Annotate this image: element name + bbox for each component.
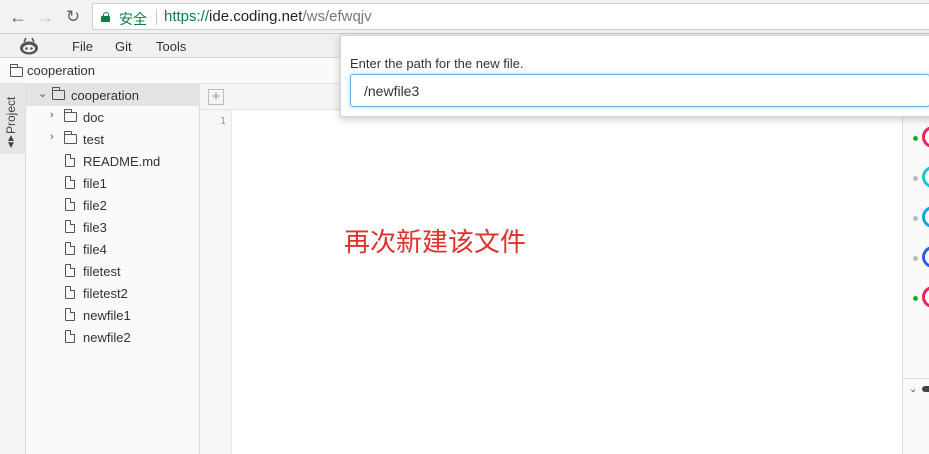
tree-root-folder[interactable]: ⌄ cooperation <box>26 84 200 106</box>
tree-file-label: filetest2 <box>83 286 128 301</box>
presence-dot <box>913 256 918 261</box>
tree-file-filetest[interactable]: filetest <box>26 260 200 282</box>
avatar[interactable] <box>922 206 929 228</box>
chevron-right-icon[interactable]: › <box>50 109 54 121</box>
url-text[interactable]: https://ide.coding.net/ws/efwqjv <box>164 8 372 25</box>
dialog-prompt: Enter the path for the new file. <box>350 56 524 71</box>
avatar[interactable] <box>922 246 929 268</box>
new-file-path-input[interactable] <box>350 74 929 107</box>
code-editor[interactable]: 再次新建该文件 <box>233 110 902 454</box>
tree-file-label: newfile2 <box>83 330 131 345</box>
chevron-down-icon[interactable]: ⌄ <box>909 384 917 395</box>
side-panel-strip: Project ▲ ▼ <box>0 84 26 454</box>
file-icon <box>65 286 75 299</box>
project-tab[interactable]: Project <box>4 90 18 134</box>
file-icon <box>65 198 75 211</box>
tree-file-readme[interactable]: README.md <box>26 150 200 172</box>
tree-file-label: file1 <box>83 176 107 191</box>
reload-icon[interactable]: ↻ <box>62 6 84 28</box>
file-icon <box>65 176 75 189</box>
url-path: /ws/efwqjv <box>302 8 372 25</box>
file-icon <box>65 242 75 255</box>
file-icon <box>65 264 75 277</box>
chevron-right-icon[interactable]: › <box>50 131 54 143</box>
folder-icon <box>9 64 23 77</box>
file-tree: ⌄ cooperation › doc › test README.md fil… <box>26 84 200 454</box>
file-icon <box>65 308 75 321</box>
tree-file-file3[interactable]: file3 <box>26 216 200 238</box>
tree-folder-label: test <box>83 132 104 147</box>
address-divider <box>156 9 157 25</box>
avatar[interactable] <box>922 126 929 148</box>
forward-arrow-icon[interactable]: → <box>34 6 56 28</box>
tree-file-label: README.md <box>83 154 161 169</box>
tree-file-newfile1[interactable]: newfile1 <box>26 304 200 326</box>
new-file-dialog: Enter the path for the new file. <box>340 35 929 117</box>
presence-dot <box>913 136 918 141</box>
tree-file-file4[interactable]: file4 <box>26 238 200 260</box>
tree-file-label: file3 <box>83 220 107 235</box>
address-bar[interactable]: 安全 https://ide.coding.net/ws/efwqjv <box>92 3 929 30</box>
back-arrow-icon[interactable]: ← <box>7 6 29 28</box>
chat-icon[interactable] <box>922 386 929 392</box>
presence-dot <box>913 216 918 221</box>
annotation-text: 再次新建该文件 <box>344 228 527 258</box>
avatar[interactable] <box>922 166 929 188</box>
folder-icon <box>63 109 77 122</box>
folder-icon <box>63 131 77 144</box>
folder-icon <box>51 87 65 100</box>
file-icon <box>65 220 75 233</box>
coding-logo-icon <box>20 37 38 55</box>
breadcrumb-label[interactable]: cooperation <box>27 63 95 78</box>
tree-file-label: file2 <box>83 198 107 213</box>
collaborators-panel: ⌄ <box>902 84 929 454</box>
tree-folder-doc[interactable]: › doc <box>26 106 200 128</box>
url-scheme: https:// <box>164 8 210 25</box>
tree-file-label: filetest <box>83 264 121 279</box>
line-number: 1 <box>219 116 226 127</box>
tree-file-newfile2[interactable]: newfile2 <box>26 326 200 348</box>
line-gutter: 1 <box>200 110 232 454</box>
tree-folder-test[interactable]: › test <box>26 128 200 150</box>
tree-file-filetest2[interactable]: filetest2 <box>26 282 200 304</box>
tree-root-label: cooperation <box>71 88 139 103</box>
url-host: ide.coding.net <box>209 8 303 25</box>
presence-dot <box>913 176 918 181</box>
expand-collapse-icon[interactable]: ▲ ▼ <box>6 134 16 151</box>
tree-file-file1[interactable]: file1 <box>26 172 200 194</box>
menu-git[interactable]: Git <box>115 39 132 54</box>
panel-divider <box>903 378 929 379</box>
tree-file-file2[interactable]: file2 <box>26 194 200 216</box>
add-tab-icon[interactable]: + <box>208 89 224 105</box>
menu-tools[interactable]: Tools <box>156 39 186 54</box>
avatar[interactable] <box>922 286 929 308</box>
tree-file-label: file4 <box>83 242 107 257</box>
browser-toolbar: ← → ↻ 安全 https://ide.coding.net/ws/efwqj… <box>0 0 929 34</box>
tree-folder-label: doc <box>83 110 104 125</box>
presence-dot <box>913 296 918 301</box>
lock-icon <box>101 12 110 22</box>
menu-file[interactable]: File <box>72 39 93 54</box>
file-icon <box>65 154 75 167</box>
chevron-down-icon[interactable]: ⌄ <box>38 87 47 100</box>
file-icon <box>65 330 75 343</box>
tree-file-label: newfile1 <box>83 308 131 323</box>
secure-label: 安全 <box>119 11 147 27</box>
